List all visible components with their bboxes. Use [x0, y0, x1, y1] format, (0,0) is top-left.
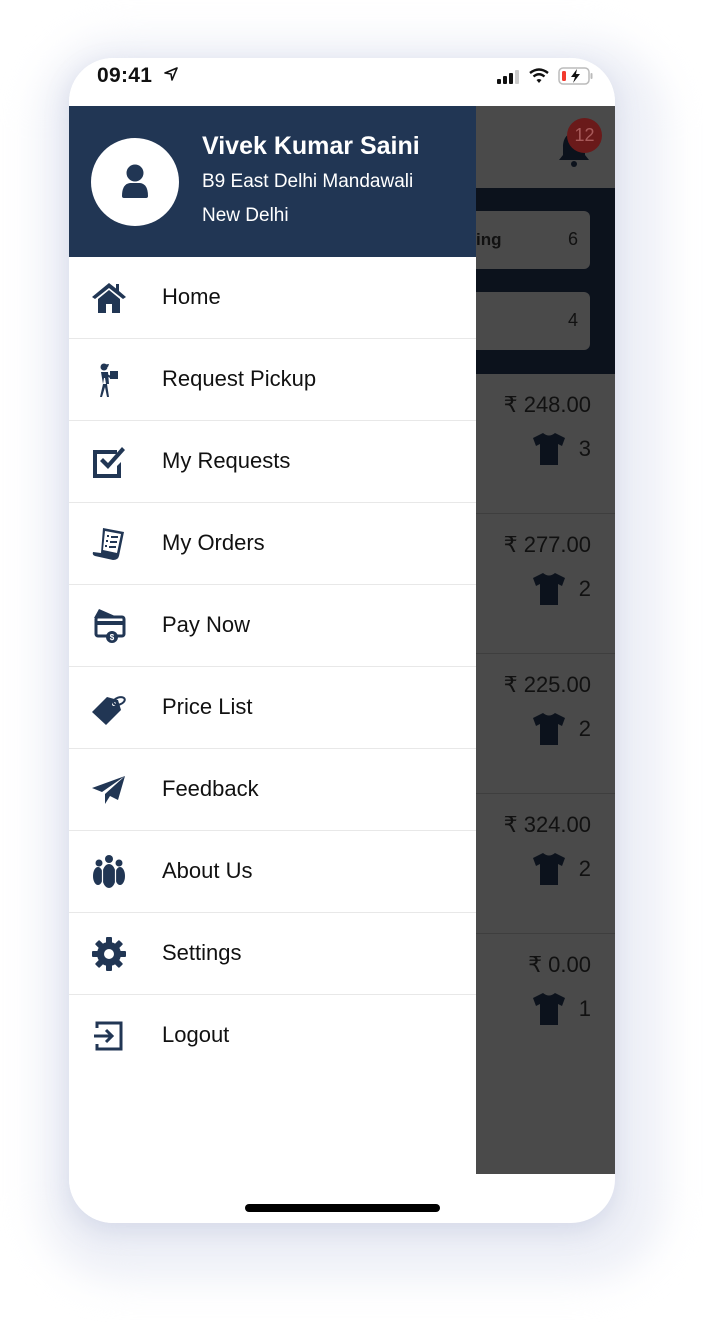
receipt-icon: [92, 528, 124, 560]
order-row[interactable]: ₹ 324.00 2: [476, 794, 615, 934]
delivery-person-icon: [100, 363, 118, 397]
order-item-count: 2: [578, 856, 591, 881]
phone-frame: 09:41 12 ing 6 4 ₹ 248.00 3 ₹ 277.00 2 ₹…: [69, 58, 615, 1223]
checkbox-icon: [93, 447, 125, 478]
menu-item-settings[interactable]: Settings: [69, 913, 476, 995]
menu-item-logout[interactable]: Logout: [69, 995, 476, 1077]
order-item-count: 2: [578, 576, 591, 601]
menu-item-label: Settings: [162, 940, 242, 965]
card-payment-icon: $: [94, 609, 126, 643]
stat-card[interactable]: ing 6: [476, 211, 590, 269]
group-icon: [93, 855, 125, 888]
price-tag-icon: [92, 696, 126, 725]
wifi-icon: [529, 68, 549, 83]
background-screen-overlay[interactable]: 12 ing 6 4 ₹ 248.00 3 ₹ 277.00 2 ₹ 225.0…: [476, 106, 615, 1174]
menu-item-request-pickup[interactable]: Request Pickup: [69, 339, 476, 421]
gear-icon: [92, 937, 126, 971]
order-item-count: 1: [578, 996, 591, 1021]
order-item-count: 3: [578, 436, 591, 461]
order-row[interactable]: ₹ 277.00 2: [476, 514, 615, 654]
location-arrow-icon: [164, 67, 178, 81]
stat-label: ing: [476, 230, 502, 249]
menu-item-home[interactable]: Home: [69, 257, 476, 339]
menu-item-label: Request Pickup: [162, 366, 317, 391]
tshirt-icon: [533, 433, 565, 465]
menu-item-my-requests[interactable]: My Requests: [69, 421, 476, 503]
logout-icon: [94, 1021, 123, 1051]
stat-card[interactable]: 4: [476, 292, 590, 350]
user-address-line1: B9 East Delhi Mandawali: [202, 171, 414, 192]
order-amount: ₹ 0.00: [528, 952, 591, 977]
signal-icon: [497, 70, 519, 84]
menu-item-label: My Orders: [162, 530, 265, 555]
menu-item-about-us[interactable]: About Us: [69, 831, 476, 913]
status-time: 09:41: [97, 64, 153, 87]
tshirt-icon: [533, 573, 565, 605]
order-amount: ₹ 248.00: [503, 392, 591, 417]
user-address-line2: New Delhi: [202, 205, 289, 226]
menu-item-pay-now[interactable]: $ Pay Now: [69, 585, 476, 667]
background-header: 12: [476, 106, 615, 188]
user-icon: [122, 164, 148, 198]
tshirt-icon: [533, 993, 565, 1025]
menu-item-my-orders[interactable]: My Orders: [69, 503, 476, 585]
drawer-menu: Home Request Pickup My Requests My Order…: [69, 257, 476, 1077]
menu-item-label: Home: [162, 284, 221, 309]
menu-item-feedback[interactable]: Feedback: [69, 749, 476, 831]
home-indicator[interactable]: [245, 1204, 440, 1212]
order-row[interactable]: ₹ 225.00 2: [476, 654, 615, 794]
menu-item-price-list[interactable]: Price List: [69, 667, 476, 749]
tshirt-icon: [533, 713, 565, 745]
avatar[interactable]: [91, 138, 179, 226]
menu-item-label: Price List: [162, 694, 253, 719]
notification-badge: 12: [567, 118, 602, 153]
paper-plane-icon: [92, 776, 125, 804]
order-amount: ₹ 277.00: [503, 532, 591, 557]
order-row[interactable]: ₹ 0.00 1: [476, 934, 615, 1074]
tshirt-icon: [533, 853, 565, 885]
drawer-profile-header: Vivek Kumar Saini B9 East Delhi Mandawal…: [69, 106, 476, 257]
navigation-drawer: Vivek Kumar Saini B9 East Delhi Mandawal…: [69, 106, 476, 1223]
svg-text:$: $: [110, 633, 115, 642]
menu-item-label: Pay Now: [162, 612, 251, 637]
menu-item-label: My Requests: [162, 448, 291, 473]
menu-item-label: About Us: [162, 858, 253, 883]
home-icon: [92, 283, 126, 313]
summary-section: ing 6 4: [476, 188, 615, 374]
stat-count: 4: [567, 310, 578, 330]
order-row[interactable]: ₹ 248.00 3: [476, 374, 615, 514]
stat-count: 6: [567, 229, 578, 249]
user-name: Vivek Kumar Saini: [202, 132, 420, 160]
status-bar: 09:41: [69, 58, 615, 106]
order-amount: ₹ 225.00: [503, 672, 591, 697]
menu-item-label: Feedback: [162, 776, 259, 801]
battery-charging-icon: [558, 67, 593, 85]
order-amount: ₹ 324.00: [503, 812, 591, 837]
order-item-count: 2: [578, 716, 591, 741]
menu-item-label: Logout: [162, 1022, 230, 1047]
